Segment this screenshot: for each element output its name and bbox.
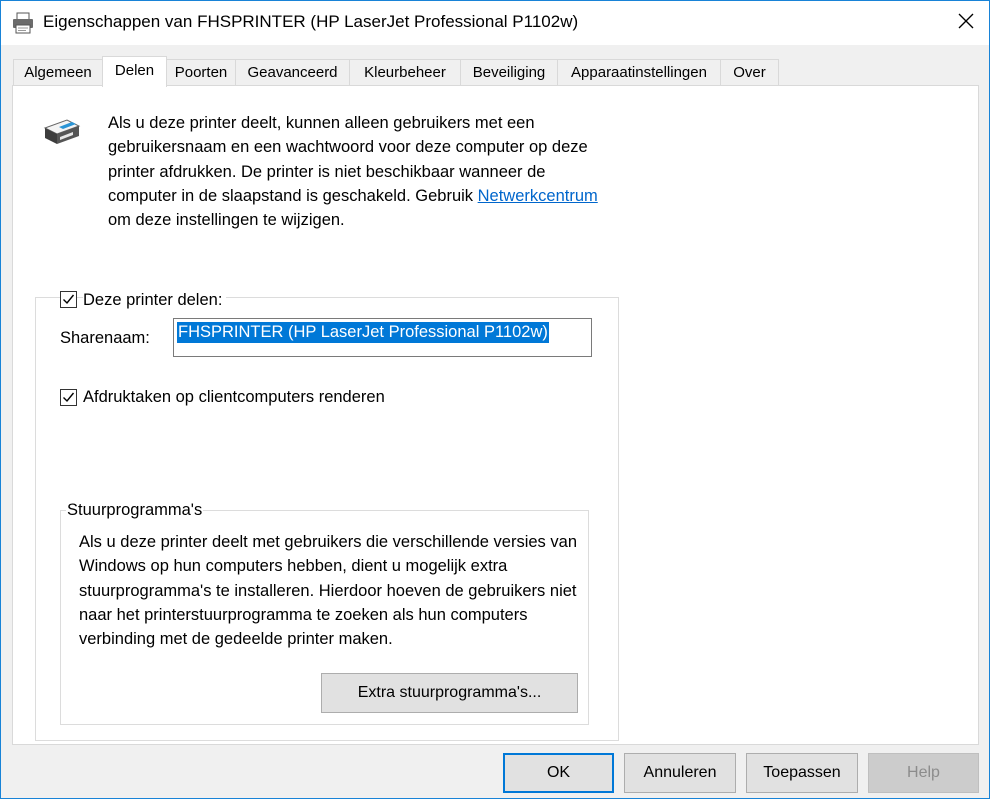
apply-button[interactable]: Toepassen	[746, 753, 858, 793]
share-printer-label: Deze printer delen:	[83, 291, 227, 310]
ok-button[interactable]: OK	[503, 753, 614, 793]
intro-text-part2: om deze instellingen te wijzigen.	[108, 211, 345, 230]
printer-icon	[11, 11, 35, 35]
close-button[interactable]	[943, 1, 989, 45]
tab-over[interactable]: Over	[720, 59, 779, 86]
close-icon	[958, 13, 974, 34]
additional-drivers-button[interactable]: Extra stuurprogramma's...	[321, 673, 578, 713]
properties-dialog: Eigenschappen van FHSPRINTER (HP LaserJe…	[0, 0, 990, 799]
render-jobs-checkbox[interactable]	[60, 389, 77, 406]
sharename-label: Sharenaam:	[60, 329, 150, 347]
tab-delen[interactable]: Delen	[102, 56, 167, 87]
help-button[interactable]: Help	[868, 753, 979, 793]
render-jobs-label: Afdruktaken op clientcomputers renderen	[83, 388, 385, 407]
tab-kleurbeheer[interactable]: Kleurbeheer	[349, 59, 461, 86]
cancel-button[interactable]: Annuleren	[624, 753, 736, 793]
tab-beveiliging[interactable]: Beveiliging	[460, 59, 558, 86]
drivers-groupbox-title: Stuurprogramma's	[66, 501, 204, 520]
title-bar: Eigenschappen van FHSPRINTER (HP LaserJe…	[1, 1, 989, 45]
sharing-panel: Als u deze printer deelt, kunnen alleen …	[12, 85, 979, 745]
shared-printer-icon	[39, 114, 83, 148]
sharename-input[interactable]: FHSPRINTER (HP LaserJet Professional P11…	[173, 318, 592, 357]
drivers-description: Als u deze printer deelt met gebruikers …	[79, 533, 577, 649]
window-title: Eigenschappen van FHSPRINTER (HP LaserJe…	[43, 12, 579, 31]
sharing-intro-text: Als u deze printer deelt, kunnen alleen …	[108, 111, 618, 232]
share-printer-checkbox[interactable]	[60, 291, 77, 308]
tab-algemeen[interactable]: Algemeen	[13, 59, 103, 86]
tab-poorten[interactable]: Poorten	[166, 59, 236, 86]
tab-apparaatinstellingen[interactable]: Apparaatinstellingen	[557, 59, 721, 86]
network-center-link[interactable]: Netwerkcentrum	[478, 187, 598, 205]
tab-geavanceerd[interactable]: Geavanceerd	[235, 59, 350, 86]
sharename-value: FHSPRINTER (HP LaserJet Professional P11…	[177, 322, 549, 343]
